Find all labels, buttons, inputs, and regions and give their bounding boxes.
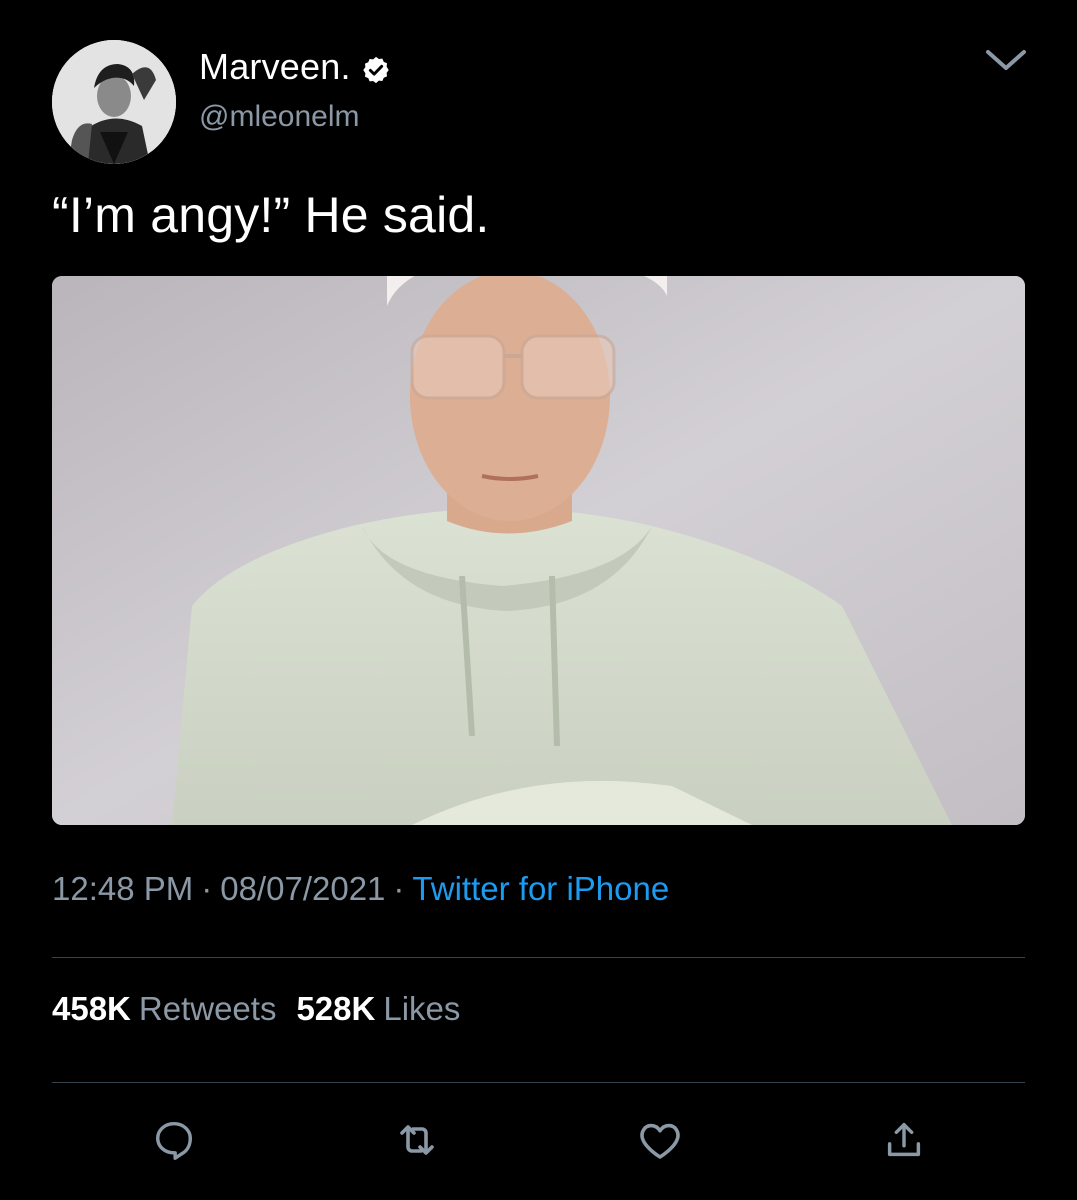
likes-count: 528K [296,990,376,1027]
chevron-down-icon[interactable] [982,42,1030,78]
meta-separator-2: · [393,870,405,907]
verified-badge-icon [361,52,391,84]
author-display-name[interactable]: Marveen. [199,46,391,88]
heart-icon[interactable] [636,1116,684,1164]
likes-label: Likes [383,990,461,1027]
author-name-text: Marveen. [199,46,351,87]
retweet-icon[interactable] [393,1116,441,1164]
author-handle[interactable]: @mleonelm [199,100,360,134]
tweet-time: 12:48 PM [52,870,194,907]
share-icon[interactable] [880,1116,928,1164]
tweet-date: 08/07/2021 [220,870,386,907]
tweet-stats: 458K Retweets 528K Likes [52,990,460,1028]
divider-top [52,957,1025,958]
tweet-text: “I’m angy!” He said. [52,187,490,243]
avatar[interactable] [52,40,176,164]
retweets-label: Retweets [138,990,277,1027]
tweet-source-link[interactable]: Twitter for iPhone [412,870,669,907]
likes-stat[interactable]: 528K Likes [296,990,460,1027]
tweet-meta: 12:48 PM · 08/07/2021 · Twitter for iPhone [52,870,669,908]
tweet-media-photo[interactable] [52,276,1025,825]
retweets-stat[interactable]: 458K Retweets [52,990,276,1027]
meta-separator: · [201,870,213,907]
retweets-count: 458K [52,990,131,1027]
tweet-detail: Marveen. @mleonelm “I’m angy!” He said. [0,0,1077,1200]
divider-bottom [52,1082,1025,1083]
reply-icon[interactable] [150,1116,198,1164]
